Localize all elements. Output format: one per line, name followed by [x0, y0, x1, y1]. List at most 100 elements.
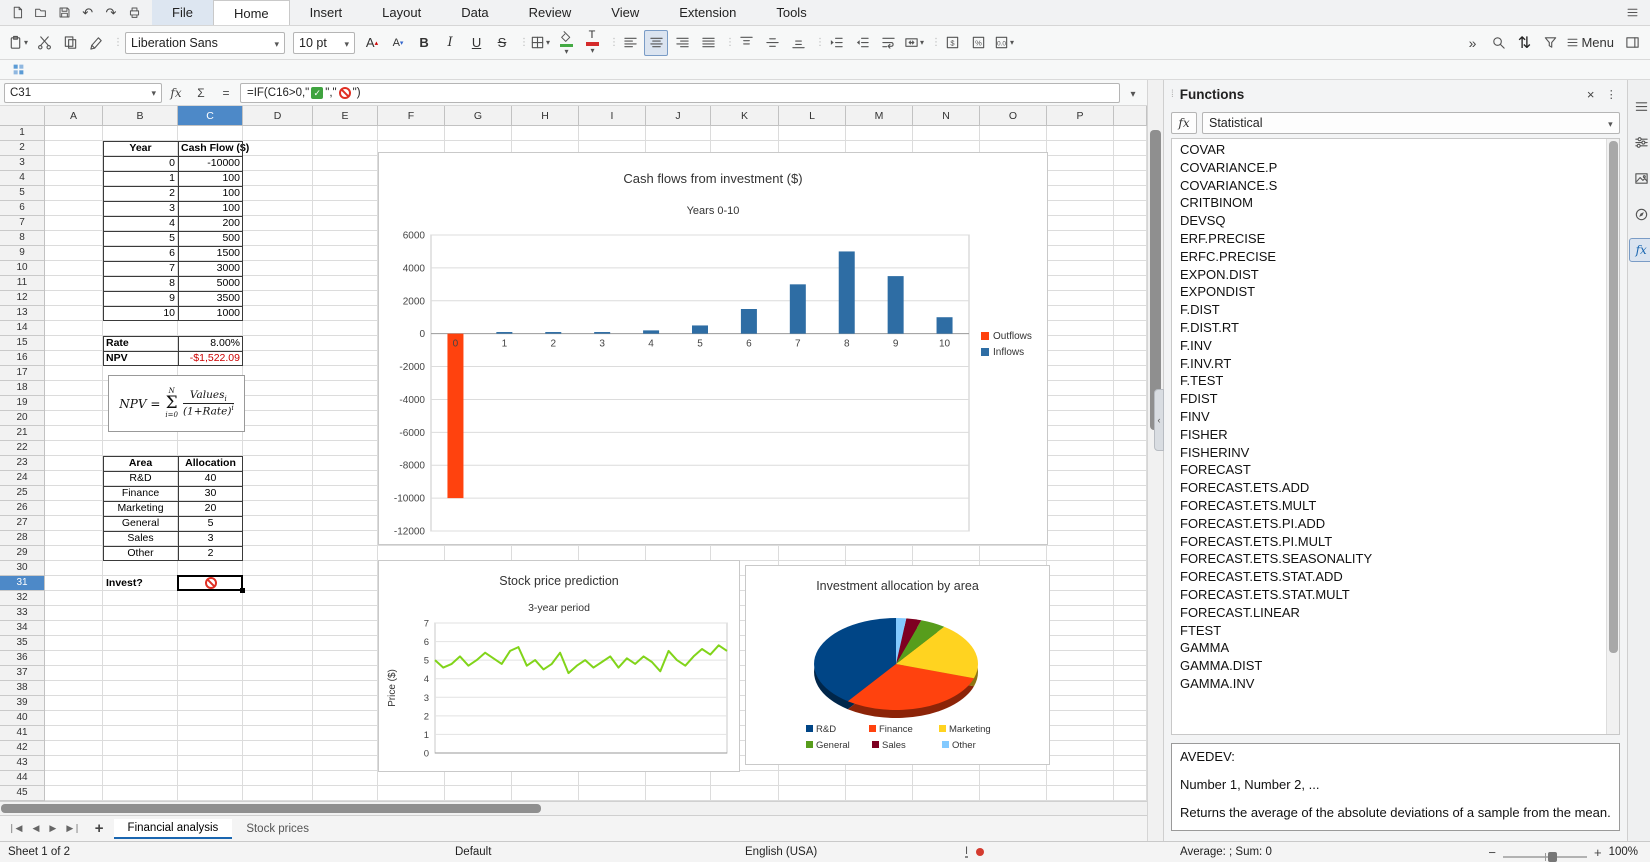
row-header-42[interactable]: 42 [0, 741, 44, 756]
name-box[interactable]: C31 [4, 82, 162, 103]
function-item[interactable]: FISHERINV [1172, 444, 1605, 462]
expand-formula-bar-icon[interactable] [1123, 84, 1143, 102]
align-justified-button[interactable] [696, 30, 720, 56]
npv-formula-object[interactable]: NPV = N Σ i=0 Valuesi (1+Rate)i [108, 375, 245, 432]
zoom-in-icon[interactable] [1594, 845, 1602, 860]
category-dropdown[interactable]: Statistical [1202, 112, 1620, 134]
row-header-8[interactable]: 8 [0, 231, 44, 246]
cell-C29[interactable]: 2 [178, 546, 243, 561]
menu-tab-layout[interactable]: Layout [362, 0, 441, 25]
filter-icon[interactable] [1538, 30, 1562, 56]
row-header-10[interactable]: 10 [0, 261, 44, 276]
row-header-16[interactable]: 16 [0, 351, 44, 366]
align-bottom-button[interactable] [786, 30, 810, 56]
cell-B24[interactable]: R&D [103, 471, 178, 486]
row-header-32[interactable]: 32 [0, 591, 44, 606]
cell-C15[interactable]: 8.00% [178, 336, 243, 351]
cell-C5[interactable]: 100 [178, 186, 243, 201]
col-header-N[interactable]: N [913, 106, 980, 126]
col-header-P[interactable]: P [1047, 106, 1114, 126]
function-item[interactable]: GAMMA [1172, 639, 1605, 657]
function-list-scrollbar[interactable] [1605, 139, 1619, 734]
sheet-tab-1[interactable]: Financial analysis [113, 818, 233, 839]
function-item[interactable]: FORECAST [1172, 461, 1605, 479]
sidebar-toggle-icon[interactable] [1620, 30, 1644, 56]
function-list-scrollbar-thumb[interactable] [1608, 141, 1618, 653]
cell-B11[interactable]: 8 [103, 276, 178, 291]
gallery-icon[interactable] [1629, 166, 1650, 190]
first-sheet-icon[interactable]: ❘◀ [4, 823, 26, 834]
cell-B10[interactable]: 7 [103, 261, 178, 276]
vertical-scrollbar[interactable] [1147, 80, 1163, 841]
function-item[interactable]: FORECAST.ETS.PI.MULT [1172, 533, 1605, 551]
cashflow-chart[interactable]: 6000 4000 2000 0 -2000 -4000 -6000 -8000 -10000 -… [378, 152, 1048, 545]
open-icon[interactable] [31, 3, 50, 23]
cell-B12[interactable]: 9 [103, 291, 178, 306]
row-header-35[interactable]: 35 [0, 636, 44, 651]
select-all-corner[interactable] [0, 106, 45, 126]
cell-C26[interactable]: 20 [178, 501, 243, 516]
col-header-B[interactable]: B [103, 106, 178, 126]
function-item[interactable]: FINV [1172, 408, 1605, 426]
row-header-28[interactable]: 28 [0, 531, 44, 546]
row-header-17[interactable]: 17 [0, 366, 44, 381]
function-item[interactable]: F.TEST [1172, 372, 1605, 390]
function-item[interactable]: FORECAST.ETS.STAT.ADD [1172, 568, 1605, 586]
row-header-9[interactable]: 9 [0, 246, 44, 261]
cell-C25[interactable]: 30 [178, 486, 243, 501]
row-header-5[interactable]: 5 [0, 186, 44, 201]
cell-B26[interactable]: Marketing [103, 501, 178, 516]
row-header-27[interactable]: 27 [0, 516, 44, 531]
function-item[interactable]: ERFC.PRECISE [1172, 248, 1605, 266]
function-item[interactable]: FORECAST.ETS.ADD [1172, 479, 1605, 497]
cell-B7[interactable]: 4 [103, 216, 178, 231]
format-as-number-button[interactable]: 0.0 [992, 30, 1016, 56]
row-header-19[interactable]: 19 [0, 396, 44, 411]
decrease-indent-button[interactable] [850, 30, 874, 56]
function-item[interactable]: COVARIANCE.S [1172, 177, 1605, 195]
row-header-34[interactable]: 34 [0, 621, 44, 636]
cell-B28[interactable]: Sales [103, 531, 178, 546]
sidebar-settings-icon[interactable] [1629, 94, 1650, 118]
cell-C2[interactable]: Cash Flow ($) [178, 141, 249, 156]
save-icon[interactable] [55, 3, 74, 23]
align-left-button[interactable] [618, 30, 642, 56]
row-header-13[interactable]: 13 [0, 306, 44, 321]
strikethrough-button[interactable] [490, 30, 514, 56]
function-item[interactable]: EXPONDIST [1172, 283, 1605, 301]
function-item[interactable]: CRITBINOM [1172, 194, 1605, 212]
menu-tab-insert[interactable]: Insert [290, 0, 363, 25]
align-top-button[interactable] [734, 30, 758, 56]
row-header-3[interactable]: 3 [0, 156, 44, 171]
row-header-11[interactable]: 11 [0, 276, 44, 291]
cell-B5[interactable]: 2 [103, 186, 178, 201]
sidebar-more-icon[interactable] [1606, 88, 1620, 101]
function-item[interactable]: FDIST [1172, 390, 1605, 408]
row-header-36[interactable]: 36 [0, 651, 44, 666]
row-header-45[interactable]: 45 [0, 786, 44, 801]
row-header-23[interactable]: 23 [0, 456, 44, 471]
last-sheet-icon[interactable]: ▶❘ [62, 823, 84, 834]
horizontal-scrollbar[interactable] [0, 801, 1147, 815]
sheet-info[interactable]: Sheet 1 of 2 [8, 842, 70, 862]
cell-B29[interactable]: Other [103, 546, 178, 561]
background-color-button[interactable] [554, 30, 578, 56]
cell-B31[interactable]: Invest? [103, 576, 178, 591]
equals-icon[interactable] [215, 86, 237, 100]
row-header-18[interactable]: 18 [0, 381, 44, 396]
row-header-39[interactable]: 39 [0, 696, 44, 711]
cell-C24[interactable]: 40 [178, 471, 243, 486]
new-document-icon[interactable] [8, 3, 27, 23]
cell-B13[interactable]: 10 [103, 306, 178, 321]
cut-button[interactable] [32, 30, 56, 56]
clone-formatting-button[interactable] [84, 30, 108, 56]
cell-C28[interactable]: 3 [178, 531, 243, 546]
toolbar-overflow-button[interactable] [1460, 30, 1484, 56]
decrease-font-size-button[interactable] [386, 30, 410, 56]
menu-tab-extension[interactable]: Extension [659, 0, 756, 25]
row-header-44[interactable]: 44 [0, 771, 44, 786]
function-item[interactable]: GAMMA.INV [1172, 675, 1605, 693]
row-header-22[interactable]: 22 [0, 441, 44, 456]
underline-button[interactable] [464, 30, 488, 56]
function-item[interactable]: EXPON.DIST [1172, 266, 1605, 284]
